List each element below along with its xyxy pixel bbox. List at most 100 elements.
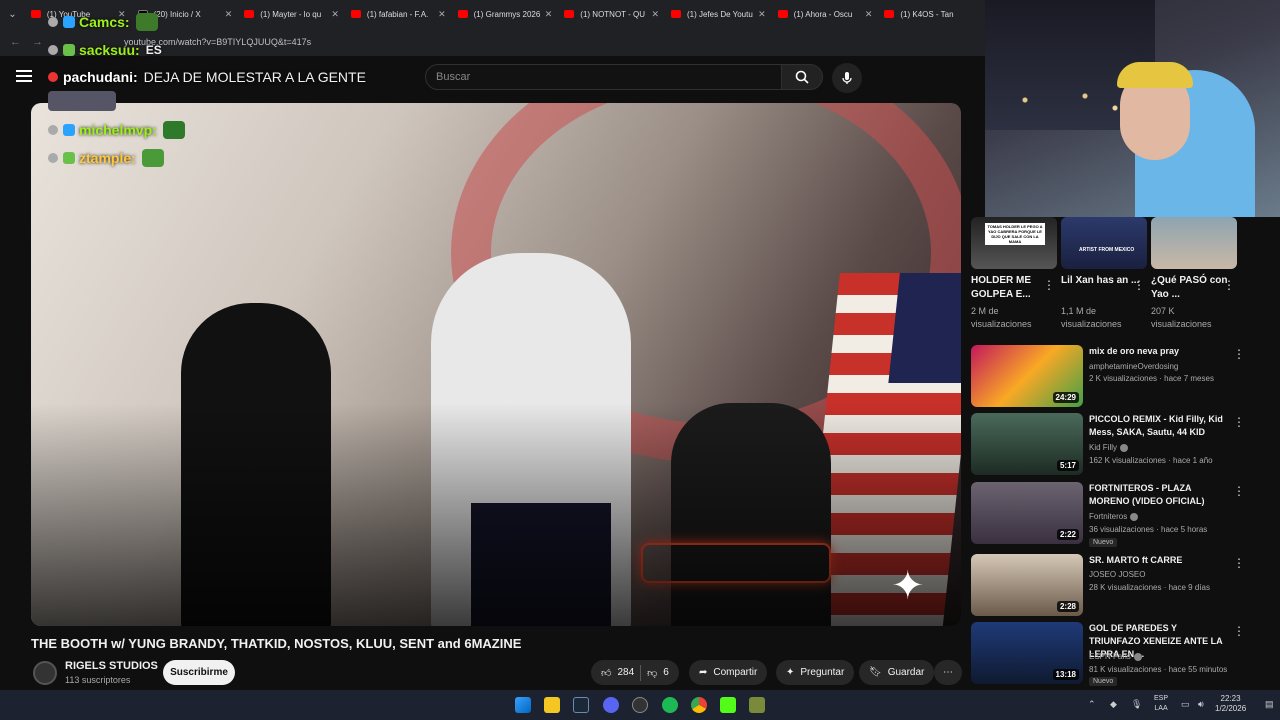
save-label: Guardar: [887, 667, 925, 678]
recommended-video[interactable]: 24:29 mix de oro neva pray amphetamineOv…: [971, 345, 1261, 407]
more-vert-icon[interactable]: ⋮: [1133, 278, 1145, 292]
discord-icon[interactable]: [603, 697, 619, 713]
more-actions-button[interactable]: ⋯: [934, 660, 962, 685]
more-vert-icon[interactable]: ⋮: [1233, 415, 1245, 429]
close-tab-icon[interactable]: ✕: [651, 9, 659, 20]
video-channel[interactable]: amphetamineOverdosing: [1089, 362, 1178, 371]
close-tab-icon[interactable]: ✕: [438, 9, 446, 20]
channel-name[interactable]: RIGELS STUDIOS: [65, 660, 158, 672]
chat-text: DEJA DE MOLESTAR A LA GENTE: [143, 69, 366, 85]
thumbs-up-icon: 👍︎: [601, 667, 612, 679]
tab-list-chevron-icon[interactable]: ⌄: [0, 0, 25, 28]
video-thumbnail[interactable]: 13:18: [971, 622, 1083, 684]
network-icon[interactable]: ▭: [1181, 699, 1190, 710]
tray-app-icon[interactable]: ◆: [1110, 699, 1117, 710]
close-tab-icon[interactable]: ✕: [331, 9, 339, 20]
kick-icon[interactable]: [720, 697, 736, 713]
more-vert-icon[interactable]: ⋮: [1233, 556, 1245, 570]
chrome-icon[interactable]: [691, 697, 707, 713]
windows-start-icon[interactable]: [515, 697, 531, 713]
video-title[interactable]: mix de oro neva pray: [1089, 345, 1229, 358]
notification-icon[interactable]: ▤: [1265, 699, 1274, 710]
search-input[interactable]: Buscar: [425, 64, 782, 90]
browser-tab[interactable]: (1) Jefes De Youtu ✕: [665, 0, 772, 28]
browser-tab[interactable]: (1) NOTNOT - QU ✕: [558, 0, 665, 28]
video-title[interactable]: PICCOLO REMIX - Kid Filly, Kid Mess, SAK…: [1089, 413, 1229, 439]
browser-tab[interactable]: (1) K4OS - Tan: [878, 0, 985, 28]
ask-button[interactable]: ✦ Preguntar: [776, 660, 855, 685]
subscribe-button[interactable]: Suscribirme: [163, 660, 235, 685]
close-tab-icon[interactable]: ✕: [545, 9, 553, 20]
more-vert-icon[interactable]: ⋮: [1233, 347, 1245, 361]
file-explorer-icon[interactable]: [544, 697, 560, 713]
share-button[interactable]: ➦ Compartir: [689, 660, 768, 685]
video-title[interactable]: FORTNITEROS - PLAZA MORENO (VIDEO OFICIA…: [1089, 482, 1229, 508]
chat-dot-icon: [48, 45, 58, 55]
short-title[interactable]: HOLDER ME GOLPEA E...: [971, 274, 1051, 302]
video-channel[interactable]: ESPN Fans: [1089, 652, 1131, 661]
recommended-video[interactable]: 2:22 FORTNITEROS - PLAZA MORENO (VIDEO O…: [971, 482, 1261, 547]
video-thumbnail[interactable]: 5:17: [971, 413, 1083, 475]
browser-tab[interactable]: (1) fafabian - F.A. ✕: [345, 0, 452, 28]
voice-search-button[interactable]: [832, 63, 862, 93]
chat-username: sacksuu:: [79, 42, 140, 58]
short-thumbnail[interactable]: TOMAS HOLDER LE PEGO A YAO CABRERA PORQU…: [971, 217, 1057, 269]
video-channel-row: Fortniteros: [1089, 512, 1139, 521]
video-player[interactable]: ✦: [31, 103, 961, 626]
video-channel[interactable]: JOSEO JOSEO: [1089, 570, 1145, 579]
volume-icon[interactable]: 🔊︎: [1198, 699, 1204, 710]
more-vert-icon[interactable]: ⋮: [1043, 278, 1055, 292]
youtube-favicon-icon: [457, 10, 468, 18]
recommended-video[interactable]: 13:18 GOL DE PAREDES Y TRIUNFAZO XENEIZE…: [971, 622, 1261, 686]
short-thumbnail[interactable]: ARTIST FROM MEXICO: [1061, 217, 1147, 269]
more-vert-icon[interactable]: ⋮: [1233, 624, 1245, 638]
video-meta: 2 K visualizaciones · hace 7 meses: [1089, 374, 1214, 383]
browser-tab[interactable]: (1) Grammys 2026 ✕: [452, 0, 559, 28]
dislike-button[interactable]: 👎︎ 6: [647, 667, 669, 679]
like-button[interactable]: 👍︎ 284: [601, 667, 634, 679]
chat-message: michelmvp:: [48, 121, 185, 139]
video-channel[interactable]: Fortniteros: [1089, 512, 1127, 521]
tab-label: (1) Jefes De Youtu: [686, 9, 753, 19]
more-vert-icon[interactable]: ⋮: [1233, 484, 1245, 498]
language-indicator[interactable]: ESP LAA: [1154, 694, 1168, 714]
short-thumbnail[interactable]: [1151, 217, 1237, 269]
chat-message: ztample:: [48, 149, 164, 167]
verified-icon: [1120, 443, 1129, 452]
channel-avatar[interactable]: [33, 661, 57, 685]
chat-username: pachudani:: [63, 69, 138, 85]
browser-tab[interactable]: (1) Mayter - lo qu ✕: [238, 0, 345, 28]
short-title[interactable]: Lil Xan has an ...: [1061, 274, 1141, 288]
video-channel[interactable]: Kid Filly: [1089, 443, 1117, 452]
app-icon[interactable]: [632, 697, 648, 713]
chevron-up-icon[interactable]: ⌃: [1088, 699, 1096, 710]
tab-label: (1) Mayter - lo qu: [260, 9, 322, 19]
chat-emote-icon: [162, 121, 185, 139]
youtube-favicon-icon: [884, 10, 895, 18]
more-vert-icon[interactable]: ⋮: [1223, 278, 1235, 292]
chat-message: pachudani: DEJA DE MOLESTAR A LA GENTE: [48, 69, 366, 85]
recommended-video[interactable]: 5:17 PICCOLO REMIX - Kid Filly, Kid Mess…: [971, 413, 1261, 475]
browser-tab[interactable]: (1) Ahora - Oscu ✕: [772, 0, 879, 28]
app-icon[interactable]: [749, 697, 765, 713]
video-title[interactable]: SR. MARTO ft CARRE: [1089, 554, 1229, 567]
save-button[interactable]: 🔖︎ Guardar: [859, 660, 935, 685]
menu-icon[interactable]: [16, 70, 32, 82]
verified-icon: [1133, 652, 1142, 661]
recommended-video[interactable]: 2:28 SR. MARTO ft CARRE JOSEO JOSEO 28 K…: [971, 554, 1261, 616]
spotify-icon[interactable]: [662, 697, 678, 713]
microphone-tray-icon[interactable]: 🎙︎: [1131, 699, 1142, 710]
close-tab-icon[interactable]: ✕: [865, 9, 873, 20]
video-thumbnail[interactable]: 24:29: [971, 345, 1083, 407]
back-arrow-icon[interactable]: ←: [10, 36, 32, 48]
short-title[interactable]: ¿Qué PASÓ con Yao ...: [1151, 274, 1231, 302]
video-thumbnail[interactable]: 2:28: [971, 554, 1083, 616]
video-thumbnail[interactable]: 2:22: [971, 482, 1083, 544]
tab-label: (20) Inicio / X: [153, 9, 201, 19]
youtube-favicon-icon: [564, 10, 575, 18]
search-button[interactable]: [781, 64, 823, 90]
steam-icon[interactable]: [573, 697, 589, 713]
close-tab-icon[interactable]: ✕: [225, 9, 233, 20]
close-tab-icon[interactable]: ✕: [758, 9, 766, 20]
clock[interactable]: 22:23 1/2/2026: [1215, 694, 1246, 714]
